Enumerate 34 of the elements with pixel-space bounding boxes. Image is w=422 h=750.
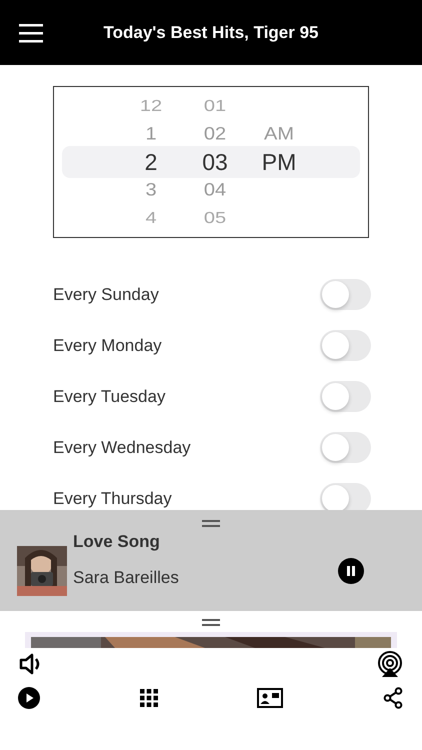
picker-value[interactable]: AM bbox=[264, 121, 294, 147]
artist-name: Sara Bareilles bbox=[73, 568, 179, 588]
picker-value[interactable]: 2 bbox=[144, 148, 158, 176]
airplay-icon[interactable] bbox=[377, 651, 403, 677]
picker-value[interactable]: 3 bbox=[145, 177, 157, 203]
picker-value[interactable]: 04 bbox=[204, 177, 226, 203]
time-picker[interactable]: 12 1 2 3 4 01 02 03 04 05 AM PM bbox=[53, 86, 369, 238]
menu-icon[interactable] bbox=[19, 22, 43, 42]
day-label: Every Sunday bbox=[53, 284, 159, 304]
picker-value[interactable]: 01 bbox=[204, 94, 226, 118]
toggle-switch[interactable] bbox=[320, 330, 371, 361]
song-title: Love Song bbox=[73, 532, 161, 552]
picker-value[interactable]: 05 bbox=[204, 206, 226, 230]
pause-icon[interactable] bbox=[338, 558, 364, 584]
picker-value[interactable]: 02 bbox=[204, 121, 226, 147]
grid-icon[interactable] bbox=[140, 689, 158, 707]
day-label: Every Thursday bbox=[53, 488, 172, 508]
play-icon[interactable] bbox=[18, 687, 40, 709]
picker-value[interactable]: 4 bbox=[145, 206, 157, 230]
contact-card-icon[interactable] bbox=[257, 688, 284, 708]
drag-handle-icon[interactable] bbox=[202, 619, 220, 626]
drag-handle-icon[interactable] bbox=[202, 520, 220, 527]
picker-value[interactable]: PM bbox=[262, 148, 296, 176]
header-title: Today's Best Hits, Tiger 95 bbox=[102, 22, 320, 42]
toggle-switch[interactable] bbox=[320, 381, 371, 412]
day-label: Every Tuesday bbox=[53, 386, 166, 406]
toggle-switch[interactable] bbox=[320, 279, 371, 310]
day-label: Every Wednesday bbox=[53, 438, 191, 458]
toggle-switch[interactable] bbox=[320, 432, 371, 463]
picker-value[interactable]: 1 bbox=[145, 121, 157, 147]
share-icon[interactable] bbox=[382, 687, 403, 709]
picker-value[interactable]: 12 bbox=[140, 94, 162, 118]
picker-value[interactable]: 03 bbox=[202, 148, 228, 176]
day-label: Every Monday bbox=[53, 336, 162, 356]
